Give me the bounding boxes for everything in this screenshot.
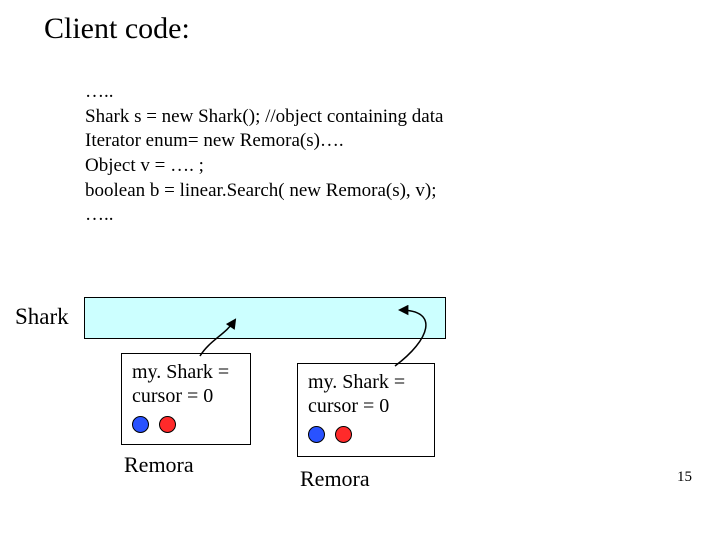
remora-object-box-2: my. Shark = cursor = 0 xyxy=(297,363,435,457)
dot-red-icon xyxy=(335,426,352,443)
shark-label: Shark xyxy=(15,304,69,330)
code-line-6: ….. xyxy=(85,204,114,225)
remora2-line-a: my. Shark = xyxy=(308,370,424,394)
shark-object-box xyxy=(84,297,446,339)
remora2-dots xyxy=(308,426,424,443)
remora2-line-b: cursor = 0 xyxy=(308,394,424,418)
remora-object-box-1: my. Shark = cursor = 0 xyxy=(121,353,251,445)
remora1-line-a: my. Shark = xyxy=(132,360,240,384)
dot-blue-icon xyxy=(308,426,325,443)
remora-label-1: Remora xyxy=(124,452,194,478)
slide-title: Client code: xyxy=(44,12,190,46)
remora1-line-b: cursor = 0 xyxy=(132,384,240,408)
code-line-5: boolean b = linear.Search( new Remora(s)… xyxy=(85,180,437,201)
client-code-block: ….. Shark s = new Shark(); //object cont… xyxy=(85,80,443,228)
remora-label-2: Remora xyxy=(300,466,370,492)
remora1-dots xyxy=(132,416,240,433)
code-line-2: Shark s = new Shark(); //object containi… xyxy=(85,106,443,127)
dot-blue-icon xyxy=(132,416,149,433)
dot-red-icon xyxy=(159,416,176,433)
code-line-3: Iterator enum= new Remora(s)…. xyxy=(85,130,344,151)
code-line-4: Object v = …. ; xyxy=(85,155,204,176)
page-number: 15 xyxy=(677,469,692,486)
code-line-1: ….. xyxy=(85,81,114,102)
